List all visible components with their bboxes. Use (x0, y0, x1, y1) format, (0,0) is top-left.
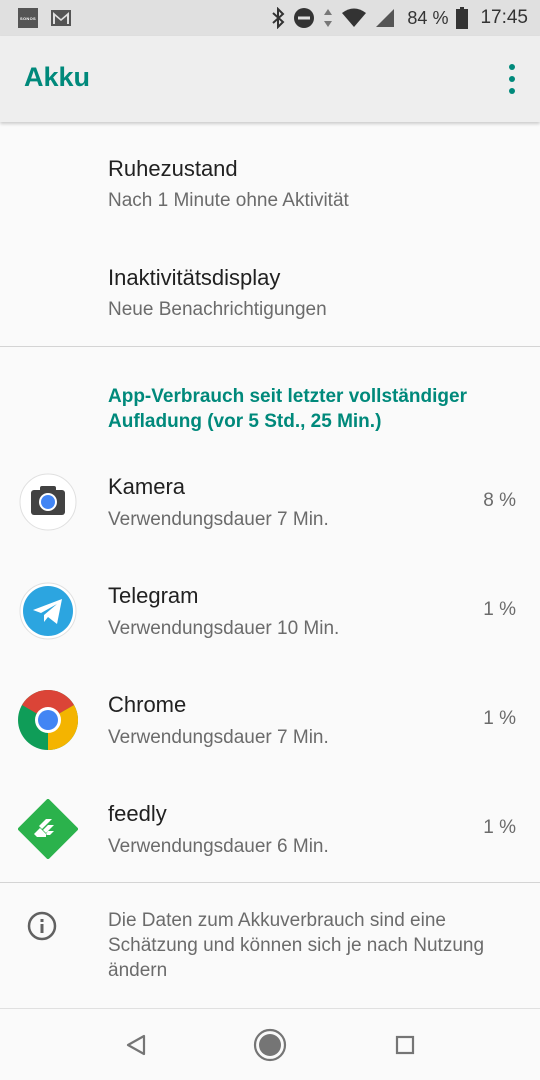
sonos-icon: SONOS (18, 8, 38, 28)
app-percent: 1 % (483, 599, 516, 620)
app-row-kamera[interactable]: Kamera Verwendungsdauer 7 Min. 8 % (0, 472, 540, 572)
app-row-feedly[interactable]: feedly Verwendungsdauer 6 Min. 1 % (0, 799, 540, 899)
app-bar: Akku (0, 36, 540, 122)
app-name: Kamera (108, 474, 186, 499)
divider (0, 346, 540, 347)
pref-title: Ruhezustand (108, 156, 238, 181)
signal-icon (376, 9, 395, 27)
pref-summary: Nach 1 Minute ohne Aktivität (108, 190, 349, 211)
pref-ruhezustand[interactable]: Ruhezustand Nach 1 Minute ohne Aktivität (108, 156, 349, 212)
telegram-icon (19, 582, 77, 640)
battery-icon (456, 7, 469, 29)
camera-icon (19, 473, 77, 531)
wifi-icon (342, 8, 367, 27)
app-usage: Verwendungsdauer 7 Min. (108, 727, 329, 748)
pref-summary: Neue Benachrichtigungen (108, 299, 327, 320)
pref-title: Inaktivitätsdisplay (108, 265, 281, 290)
app-percent: 8 % (483, 490, 516, 511)
overflow-menu-icon[interactable] (502, 64, 522, 94)
app-usage: Verwendungsdauer 7 Min. (108, 509, 329, 530)
bluetooth-icon (272, 7, 285, 29)
back-icon[interactable] (118, 1027, 154, 1063)
info-icon (27, 911, 57, 941)
data-arrows-icon (324, 9, 333, 27)
status-bar: SONOS 84 % 17:45 (0, 0, 540, 36)
chrome-icon (18, 690, 78, 750)
app-usage: Verwendungsdauer 10 Min. (108, 618, 340, 639)
app-row-chrome[interactable]: Chrome Verwendungsdauer 7 Min. 1 % (0, 690, 540, 790)
gmail-icon (51, 10, 71, 26)
recents-icon[interactable] (387, 1027, 423, 1063)
section-header: App-Verbrauch seit letzter vollständiger… (108, 386, 467, 432)
page-title: Akku (24, 62, 91, 92)
nav-bar (0, 1008, 540, 1080)
do-not-disturb-icon (294, 8, 315, 28)
battery-percent: 84 % (407, 7, 449, 28)
pref-inaktivitaetsdisplay[interactable]: Inaktivitätsdisplay Neue Benachrichtigun… (108, 265, 327, 321)
app-name: feedly (108, 801, 167, 826)
app-row-telegram[interactable]: Telegram Verwendungsdauer 10 Min. 1 % (0, 581, 540, 681)
app-usage: Verwendungsdauer 6 Min. (108, 836, 329, 857)
app-percent: 1 % (483, 708, 516, 729)
app-percent: 1 % (483, 817, 516, 838)
app-name: Telegram (108, 583, 199, 608)
footer-text: Die Daten zum Akkuverbrauch sind eine Sc… (108, 910, 485, 981)
clock: 17:45 (480, 7, 528, 28)
home-icon[interactable] (252, 1027, 288, 1063)
divider (0, 882, 540, 883)
app-name: Chrome (108, 692, 187, 717)
feedly-icon (18, 799, 78, 859)
